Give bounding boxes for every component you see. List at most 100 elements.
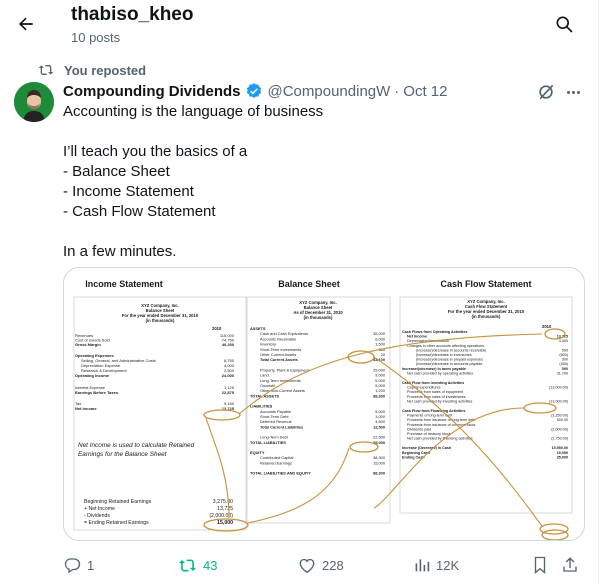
retained-label: + Net Income — [84, 506, 115, 512]
author-handle[interactable]: @CompoundingW — [268, 83, 391, 100]
cash-row-value: 300 — [562, 358, 568, 362]
tweet-text-line: I’ll teach you the basics of a — [63, 143, 248, 160]
income-row-label: Operating Income — [75, 373, 110, 378]
cash-row-label: Proceeds from issuance of long-term debt — [407, 418, 475, 422]
repost-icon — [178, 559, 197, 571]
cash-row-label: Cash Flows from Operating Activities — [402, 330, 467, 334]
retained-label: - Dividends — [84, 513, 110, 519]
meta-separator: · — [394, 82, 400, 100]
repost-count: 43 — [203, 557, 218, 573]
like-button[interactable]: 228 — [298, 553, 344, 577]
avatar[interactable] — [14, 82, 54, 122]
more-button[interactable] — [563, 82, 583, 102]
cash-row-value: 15,950.00 — [552, 446, 568, 450]
cash-row-value: (13,000.00) — [549, 399, 568, 403]
back-button[interactable] — [12, 10, 40, 38]
statement-year: 2010 — [542, 324, 552, 329]
views-count: 12K — [436, 557, 460, 573]
views-button[interactable]: 12K — [414, 553, 459, 577]
statement-year: 2010 — [212, 326, 222, 331]
cash-row-value: 500 — [562, 367, 568, 371]
more-icon — [566, 90, 580, 94]
back-arrow-icon — [19, 17, 33, 31]
statement-units: (in thousands) — [304, 315, 333, 320]
repost-indicator: You reposted — [38, 62, 146, 78]
reply-count: 1 — [87, 557, 95, 573]
cash-row-label: (Increase)/decrease in prepaid expenses — [416, 358, 483, 362]
bookmark-button[interactable] — [532, 553, 548, 577]
statement-units: (in thousands) — [146, 318, 175, 323]
share-button[interactable] — [561, 553, 579, 577]
tweet-text-line: In a few minutes. — [63, 243, 177, 260]
balance-row-label: Retained Earnings — [260, 460, 292, 465]
tweet-text-line: - Cash Flow Statement — [63, 203, 216, 220]
tweet-text-line: - Balance Sheet — [63, 163, 170, 180]
income-statement-frame — [73, 296, 247, 531]
income-row-value: 24,000 — [222, 373, 235, 378]
statement-units: (in thousands) — [472, 314, 501, 319]
cash-row-label: Net cash provided by investing activitie… — [407, 399, 473, 403]
cash-row-value: 31,700 — [557, 371, 568, 375]
action-bar: 1 43 228 12K — [63, 553, 585, 577]
retained-label: Beginning Retained Earnings — [84, 499, 152, 505]
income-note-line: Net Income is used to calculate Retained — [78, 442, 195, 449]
retained-value: 15,000 — [217, 520, 233, 526]
annotation-circle — [541, 529, 569, 540]
cash-row-label: Purchase of treasury stock — [407, 432, 451, 436]
tweet-date[interactable]: Oct 12 — [403, 83, 447, 100]
cash-row-value: 500.00 — [557, 418, 568, 422]
search-icon — [556, 16, 573, 33]
panel-title: Cash Flow Statement — [440, 279, 531, 289]
repost-button[interactable]: 43 — [178, 553, 217, 577]
repost-icon — [38, 65, 54, 75]
balance-row-value: 15,000 — [373, 460, 386, 465]
income-row-label: Net Income — [75, 406, 97, 411]
verified-icon — [246, 83, 261, 98]
search-button[interactable] — [550, 10, 578, 38]
balance-row-value: 88,300 — [373, 393, 385, 398]
cash-row-value: (2,750.00) — [551, 437, 568, 441]
cash-row-label: Dividends paid — [407, 427, 431, 431]
like-icon — [299, 558, 315, 573]
cash-row-value: 35,000 — [557, 455, 568, 459]
income-row-value: 22,875 — [222, 390, 235, 395]
reply-icon — [64, 558, 81, 574]
retained-value: 3,275.00 — [213, 499, 233, 505]
retained-value: 13,725 — [217, 506, 233, 512]
profile-header: thabiso_kheo 10 posts — [0, 0, 601, 52]
cash-row-value: (450) — [559, 362, 568, 366]
cash-row-label: Cash Flow from Financing Activities — [402, 409, 465, 413]
repost-label: You reposted — [64, 62, 147, 78]
cash-row-label: Net cash provided by operating activitie… — [407, 371, 473, 375]
cash-row-value: 4,000 — [559, 339, 568, 343]
reply-button[interactable]: 1 — [63, 553, 94, 577]
income-row-label: Gross Margin — [75, 342, 101, 347]
balance-row-label: Total Current Liabilities — [260, 424, 303, 429]
views-icon — [415, 559, 430, 572]
income-note-line: Earnings for the Balance Sheet — [78, 451, 167, 458]
share-icon — [563, 557, 577, 572]
cash-row-label: Proceeds from sales of investments — [407, 395, 466, 399]
like-count: 228 — [322, 557, 344, 573]
cash-row-label: Increase (Decrease) in Cash — [402, 446, 452, 450]
bookmark-icon — [534, 556, 546, 574]
retained-label: = Ending Retained Earnings — [84, 520, 149, 526]
author-name[interactable]: Compounding Dividends — [63, 83, 241, 100]
cash-row-value: (1,250.00) — [551, 414, 568, 418]
cash-row-value: (600) — [559, 353, 568, 357]
cash-row-label: Net cash provided by financing activitie… — [407, 437, 473, 441]
cash-row-value: 19,050 — [557, 451, 568, 455]
profile-name: thabiso_kheo — [71, 4, 194, 25]
avatar-image — [14, 82, 54, 122]
cash-row-label: Changes in other accounts affecting oper… — [407, 344, 485, 348]
grok-button[interactable] — [536, 82, 556, 102]
tweet-media[interactable]: Income Statement Balance Sheet Cash Flow S… — [63, 267, 585, 541]
cash-row-label: Proceeds from sales of equipment — [407, 390, 463, 394]
verified-badge — [245, 82, 263, 100]
balance-row-label: TOTAL LIABILITIES AND EQUITY — [250, 471, 311, 476]
tweet-text-line — [63, 122, 583, 142]
cash-row-value: (13,000.00) — [549, 386, 568, 390]
retained-value: (2,000.00) — [209, 513, 233, 519]
cash-row-label: (Increase)/decrease in accounts receivab… — [416, 348, 486, 352]
cash-row-label: (Increase)/decrease in accounts payable — [416, 362, 482, 366]
